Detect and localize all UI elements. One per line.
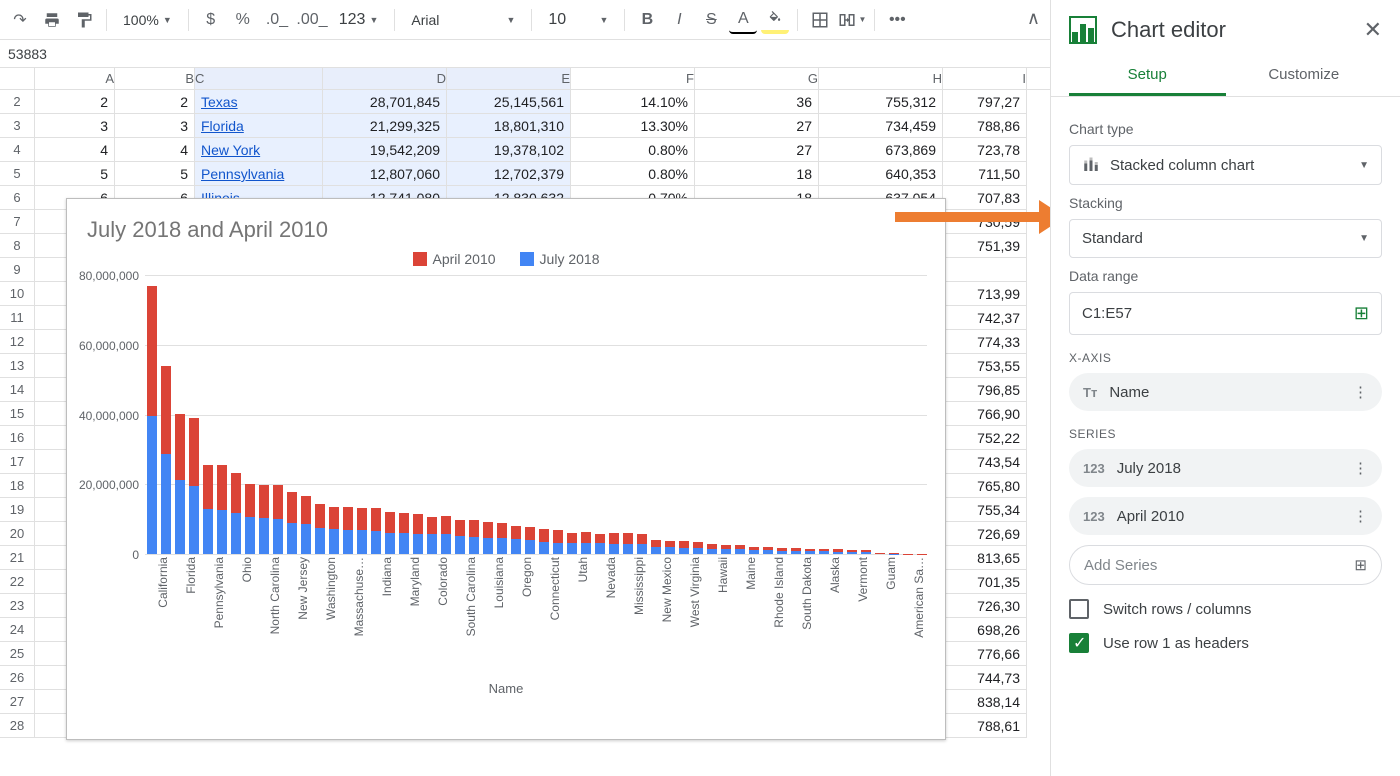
- add-series-button[interactable]: Add Series ⊞: [1069, 545, 1382, 585]
- col-header[interactable]: H: [819, 68, 943, 89]
- more-icon[interactable]: ⋮: [1353, 507, 1368, 525]
- table-row[interactable]: 444New York19,542,20919,378,1020.80%2767…: [0, 138, 1050, 162]
- decrease-decimal-icon[interactable]: .0 ̲: [261, 6, 289, 34]
- col-header[interactable]: F: [571, 68, 695, 89]
- chart-editor-title: Chart editor: [1111, 17, 1226, 43]
- collapse-toolbar-icon[interactable]: ∧: [1027, 8, 1040, 29]
- embedded-chart[interactable]: July 2018 and April 2010 April 2010 July…: [66, 198, 946, 740]
- font-size-select[interactable]: 10▼: [540, 6, 616, 34]
- more-icon[interactable]: ⋮: [1353, 383, 1368, 401]
- currency-icon[interactable]: $: [197, 6, 225, 34]
- switch-rows-cols-checkbox[interactable]: Switch rows / columns: [1069, 599, 1382, 619]
- font-name: Arial: [411, 12, 439, 28]
- tab-customize[interactable]: Customize: [1226, 54, 1383, 96]
- stacked-column-icon: [1082, 156, 1100, 174]
- chart-x-axis-title: Name: [67, 681, 945, 696]
- paint-format-icon[interactable]: [70, 6, 98, 34]
- col-header[interactable]: G: [695, 68, 819, 89]
- select-range-icon[interactable]: ⊞: [1354, 303, 1369, 324]
- number-type-icon: 123: [1083, 461, 1105, 476]
- borders-icon[interactable]: [806, 6, 834, 34]
- tab-setup[interactable]: Setup: [1069, 54, 1226, 96]
- chart-legend: April 2010 July 2018: [67, 247, 945, 275]
- chart-editor-icon: [1069, 16, 1097, 44]
- col-header[interactable]: C: [195, 68, 323, 89]
- italic-icon[interactable]: I: [665, 6, 693, 34]
- table-row[interactable]: 222Texas28,701,84525,145,56114.10%36755,…: [0, 90, 1050, 114]
- chart-title: July 2018 and April 2010: [67, 199, 945, 247]
- col-header[interactable]: I: [943, 68, 1027, 89]
- bold-icon[interactable]: B: [633, 6, 661, 34]
- fill-color-icon[interactable]: [761, 6, 789, 34]
- chart-type-select[interactable]: Stacked column chart▼: [1069, 145, 1382, 185]
- series-field-2[interactable]: 123 April 2010 ⋮: [1069, 497, 1382, 535]
- chart-plot-area: 020,000,00040,000,00060,000,00080,000,00…: [145, 275, 927, 555]
- table-row[interactable]: 333Florida21,299,32518,801,31013.30%2773…: [0, 114, 1050, 138]
- zoom-select[interactable]: 100%▼: [115, 6, 180, 34]
- close-icon[interactable]: ✕: [1364, 17, 1382, 43]
- label-data-range: Data range: [1069, 268, 1382, 284]
- chart-editor-panel: Chart editor ✕ Setup Customize Chart typ…: [1050, 0, 1400, 776]
- spreadsheet-grid[interactable]: A B C D E F G H I 222Texas28,701,84525,1…: [0, 68, 1050, 776]
- data-range-input[interactable]: C1:E57 ⊞: [1069, 292, 1382, 335]
- annotation-arrow: [895, 196, 1065, 236]
- series-field-1[interactable]: 123 July 2018 ⋮: [1069, 449, 1382, 487]
- percent-icon[interactable]: %: [229, 6, 257, 34]
- more-icon[interactable]: •••: [883, 6, 911, 34]
- font-select[interactable]: Arial▼: [403, 6, 523, 34]
- col-header[interactable]: D: [323, 68, 447, 89]
- label-stacking: Stacking: [1069, 195, 1382, 211]
- redo-icon[interactable]: ↷: [6, 6, 34, 34]
- label-series: SERIES: [1069, 427, 1382, 441]
- stacking-select[interactable]: Standard▼: [1069, 219, 1382, 258]
- text-type-icon: Tᴛ: [1083, 385, 1097, 400]
- strikethrough-icon[interactable]: S: [697, 6, 725, 34]
- zoom-value: 100%: [123, 12, 159, 28]
- more-icon[interactable]: ⋮: [1353, 459, 1368, 477]
- table-row[interactable]: 555Pennsylvania12,807,06012,702,3790.80%…: [0, 162, 1050, 186]
- number-type-icon: 123: [1083, 509, 1105, 524]
- col-header[interactable]: B: [115, 68, 195, 89]
- font-size: 10: [548, 11, 566, 29]
- increase-decimal-icon[interactable]: .00 ̲: [293, 6, 327, 34]
- use-row1-headers-checkbox[interactable]: Use row 1 as headers: [1069, 633, 1382, 653]
- merge-cells-icon[interactable]: ▼: [838, 6, 866, 34]
- format-123-select[interactable]: 123▼: [331, 6, 387, 34]
- select-range-icon[interactable]: ⊞: [1354, 556, 1367, 574]
- xaxis-field[interactable]: Tᴛ Name ⋮: [1069, 373, 1382, 411]
- col-header[interactable]: E: [447, 68, 571, 89]
- col-header[interactable]: A: [35, 68, 115, 89]
- label-xaxis: X-AXIS: [1069, 351, 1382, 365]
- text-color-icon[interactable]: A: [729, 6, 757, 34]
- print-icon[interactable]: [38, 6, 66, 34]
- label-chart-type: Chart type: [1069, 121, 1382, 137]
